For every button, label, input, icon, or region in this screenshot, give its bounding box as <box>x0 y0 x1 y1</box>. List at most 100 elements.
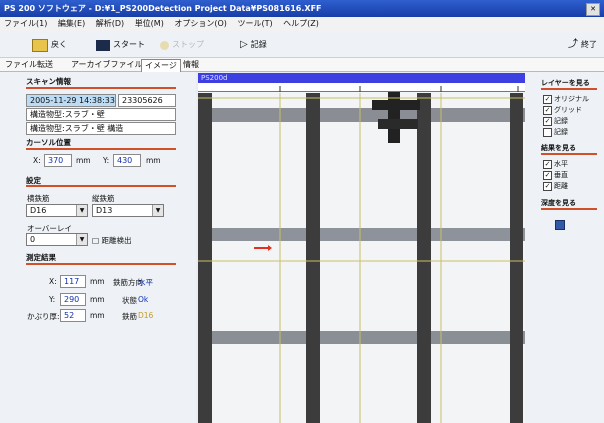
checkbox-box[interactable]: ✓ <box>543 159 552 169</box>
menu-file[interactable]: ファイル(1) <box>4 19 47 28</box>
vertical-rebar-3 <box>417 93 431 423</box>
layer-label: オリジナル <box>554 95 589 103</box>
scan-line-1: 構造物型:スラブ・壁 <box>26 108 176 121</box>
cursor-y-unit: mm <box>146 156 161 165</box>
rebar-crossing-artifact-vertical <box>388 91 400 143</box>
result-horizontal-checkbox[interactable]: ✓ 水平 <box>543 159 568 169</box>
toolbar: 戻く スタート ストップ ▷ 記録 ⤴ 終了 <box>0 31 604 58</box>
settings-divider <box>26 185 176 187</box>
depth-icon[interactable] <box>555 220 565 230</box>
vertical-rebar-4 <box>510 93 523 423</box>
rebar-diameter-value: D16 <box>138 311 154 320</box>
tab-file-transfer[interactable]: ファイル転送 <box>2 59 56 71</box>
scan-info-divider <box>26 87 176 89</box>
layer-grid-checkbox[interactable]: ✓ グリッド <box>543 105 582 115</box>
back-label: 戻く <box>51 40 67 49</box>
scan-image-view[interactable] <box>198 73 525 423</box>
layer-original-checkbox[interactable]: ✓ オリジナル <box>543 94 589 104</box>
window-title: PS 200 ソフトウェア - D:¥1_PS200Detection Proj… <box>4 4 322 13</box>
rebar-crossing-artifact-2 <box>378 119 418 129</box>
layer-record-checkbox[interactable]: ✓ 記録 <box>543 116 568 126</box>
horizontal-rebar-label: 横鉄筋 <box>27 194 50 203</box>
back-button[interactable]: 戻く <box>32 37 67 53</box>
scan-serial: 23305626 <box>118 94 176 107</box>
horizontal-rebar-1 <box>198 108 525 122</box>
cursor-x-label: X: <box>33 156 41 165</box>
vertical-rebar-2 <box>306 93 320 423</box>
cover-depth-label: かぶり厚: <box>27 312 60 321</box>
result-distance-checkbox[interactable]: ✓ 距離 <box>543 181 568 191</box>
cursor-y-field[interactable]: 430 <box>113 154 141 167</box>
scan-image[interactable] <box>198 73 525 423</box>
start-button[interactable]: スタート <box>96 37 145 53</box>
stop-button[interactable]: ストップ <box>160 37 204 53</box>
rebar-diameter-label: 鉄筋 <box>122 312 137 321</box>
cursor-y-label: Y: <box>103 156 110 165</box>
scan-line-2: 構造物型:スラブ・壁 構造 <box>26 122 176 135</box>
menu-tools[interactable]: ツール(T) <box>237 19 272 28</box>
exit-button[interactable]: ⤴ 終了 <box>568 37 597 53</box>
tab-archive-file[interactable]: アーカイブファイル <box>68 59 146 71</box>
checkbox-box[interactable] <box>543 127 552 137</box>
stop-icon <box>160 40 169 50</box>
status-value: Ok <box>138 295 149 304</box>
menu-bar: ファイル(1) 編集(E) 解析(D) 単位(M) オプション(O) ツール(T… <box>0 17 604 31</box>
layer-label: グリッド <box>554 106 582 114</box>
scan-info-heading: スキャン情報 <box>26 77 71 86</box>
measure-x-label: X: <box>49 277 57 286</box>
threshold-checkbox[interactable]: □ 距離検出 <box>92 235 131 246</box>
rebar-direction-value: 水平 <box>138 278 153 287</box>
cursor-divider <box>26 148 176 150</box>
layer-label: 記録 <box>554 128 568 136</box>
chevron-down-icon: ▼ <box>76 205 87 216</box>
checkbox-box[interactable]: ✓ <box>543 181 552 191</box>
stop-label: ストップ <box>172 40 204 49</box>
vertical-rebar-value: D13 <box>96 206 113 215</box>
vertical-rebar-1 <box>198 93 212 423</box>
result-label: 距離 <box>554 182 568 190</box>
tab-bar: ファイル転送 アーカイブファイル イメージ 情報 <box>0 58 604 72</box>
results-heading: 結果を見る <box>541 144 576 152</box>
menu-options[interactable]: オプション(O) <box>174 19 227 28</box>
menu-edit[interactable]: 編集(E) <box>58 19 85 28</box>
tab-info[interactable]: 情報 <box>180 59 202 71</box>
folder-back-icon <box>32 38 48 52</box>
checkbox-box[interactable]: ✓ <box>543 94 552 104</box>
exit-label: 終了 <box>581 40 597 49</box>
checkbox-box[interactable]: ✓ <box>543 170 552 180</box>
cursor-heading: カーソル位置 <box>26 138 71 147</box>
layer-record2-checkbox[interactable]: 記録 <box>543 127 568 137</box>
image-ruler <box>198 83 525 92</box>
vertical-rebar-select[interactable]: D13 ▼ <box>92 204 164 217</box>
horizontal-rebar-3 <box>198 331 525 344</box>
measure-y-label: Y: <box>49 295 56 304</box>
marker-arrow-icon <box>268 245 272 251</box>
tab-image[interactable]: イメージ <box>141 59 181 72</box>
right-panel: レイヤーを見る ✓ オリジナル ✓ グリッド ✓ 記録 記録 結果を見る ✓ 水平 ✓ 垂… <box>525 72 604 423</box>
window-title-bar: PS 200 ソフトウェア - D:¥1_PS200Detection Proj… <box>0 0 604 17</box>
depth-divider <box>541 208 597 210</box>
menu-help[interactable]: ヘルプ(Z) <box>283 19 319 28</box>
measure-heading: 測定結果 <box>26 253 56 262</box>
measure-y-unit: mm <box>90 295 105 304</box>
result-label: 垂直 <box>554 171 568 179</box>
horizontal-rebar-2 <box>198 228 525 241</box>
ruler-ticks <box>279 86 519 92</box>
measure-y-field: 290 <box>60 293 86 306</box>
overlay-select[interactable]: 0 ▼ <box>26 233 88 246</box>
cursor-x-field[interactable]: 370 <box>44 154 72 167</box>
left-panel: スキャン情報 2005-11-29 14:38:33 23305626 構造物型… <box>0 72 196 423</box>
vertical-rebar-label: 縦鉄筋 <box>92 194 115 203</box>
start-label: スタート <box>113 40 145 49</box>
checkbox-box[interactable]: ✓ <box>543 116 552 126</box>
checkbox-box[interactable]: ✓ <box>543 105 552 115</box>
result-vertical-checkbox[interactable]: ✓ 垂直 <box>543 170 568 180</box>
exit-icon: ⤴ <box>568 39 578 50</box>
scan-datetime: 2005-11-29 14:38:33 <box>26 94 116 107</box>
horizontal-rebar-select[interactable]: D16 ▼ <box>26 204 88 217</box>
status-label: 状態 <box>122 296 137 305</box>
menu-analysis[interactable]: 解析(D) <box>96 19 124 28</box>
close-window-button[interactable]: ✕ <box>586 3 600 16</box>
record-button[interactable]: ▷ 記録 <box>240 37 267 53</box>
menu-unit[interactable]: 単位(M) <box>135 19 164 28</box>
